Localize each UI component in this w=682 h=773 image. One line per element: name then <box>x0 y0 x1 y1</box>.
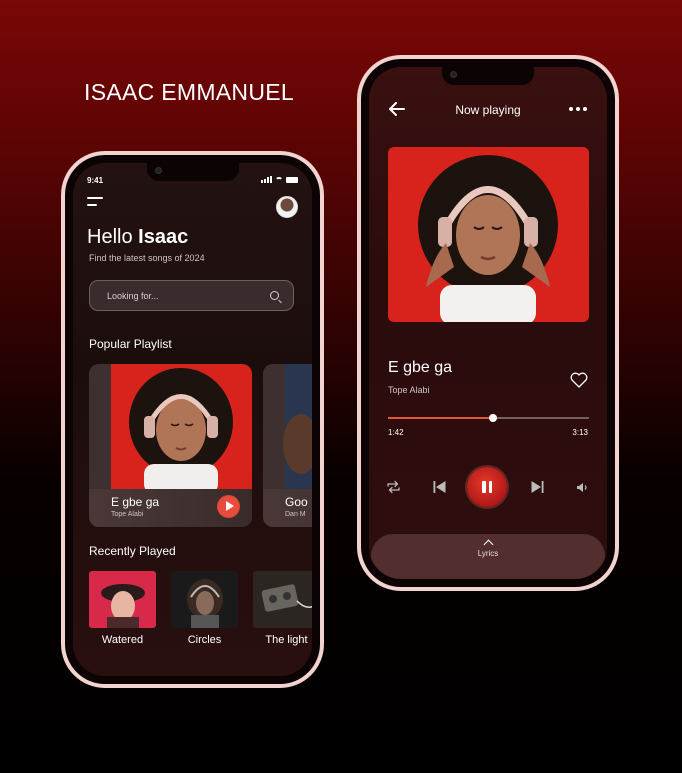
heart-icon[interactable] <box>570 372 588 388</box>
playlist-title: Goo <box>285 495 308 509</box>
repeat-icon[interactable] <box>385 467 401 507</box>
status-time: 9:41 <box>87 176 104 185</box>
recent-title: Circles <box>187 634 222 646</box>
pause-button[interactable] <box>467 467 507 507</box>
recent-item[interactable]: Circles <box>171 571 238 646</box>
volume-icon[interactable] <box>574 467 590 507</box>
greeting-subtitle: Find the latest songs of 2024 <box>89 253 205 263</box>
designer-name: ISAAC EMMANUEL <box>84 79 294 105</box>
recent-thumbnail <box>253 571 312 628</box>
recent-thumbnail <box>171 571 238 628</box>
playlist-card[interactable]: E gbe ga Tope Alabi <box>89 364 252 527</box>
previous-icon[interactable] <box>431 467 447 507</box>
recent-item[interactable]: The light <box>253 571 312 646</box>
playlist-card[interactable]: Goo Dan M <box>263 364 312 527</box>
song-artist: Tope Alabi <box>388 385 430 395</box>
play-icon[interactable] <box>217 495 240 518</box>
home-screen: 9:41 Hello Isaac Find the latest songs o… <box>73 163 312 676</box>
total-time: 3:13 <box>572 428 588 437</box>
greeting: Hello Isaac <box>87 226 188 249</box>
playlist-meta: E gbe ga Tope Alabi <box>89 489 252 527</box>
wifi-icon <box>275 176 283 183</box>
chevron-up-icon <box>483 539 493 550</box>
lyrics-label: Lyrics <box>477 549 499 558</box>
notch <box>442 67 534 85</box>
playlist-meta: Goo Dan M <box>263 489 312 527</box>
avatar[interactable] <box>276 196 298 218</box>
now-playing-album-art <box>388 147 589 322</box>
notch <box>146 163 239 181</box>
popular-playlist-title: Popular Playlist <box>89 337 172 351</box>
search-input[interactable]: Looking for... <box>89 280 294 311</box>
status-icons <box>261 176 298 183</box>
recently-played-title: Recently Played <box>89 544 176 558</box>
signal-icon <box>261 176 272 183</box>
player-screen: Now playing E gbe ga Tope Alabi 1:42 3:1… <box>369 67 607 579</box>
playlist-artist: Dan M <box>285 511 306 518</box>
recent-thumbnail <box>89 571 156 628</box>
song-title: E gbe ga <box>388 359 453 376</box>
playlist-artist: Tope Alabi <box>111 511 144 518</box>
menu-icon[interactable] <box>87 197 103 207</box>
greeting-prefix: Hello <box>87 226 133 248</box>
home-phone: 9:41 Hello Isaac Find the latest songs o… <box>61 151 324 688</box>
album-art <box>89 364 252 494</box>
pause-icon <box>482 481 492 493</box>
battery-icon <box>286 176 298 183</box>
recent-title: Watered <box>101 634 144 646</box>
search-placeholder: Looking for... <box>107 291 159 301</box>
more-options-icon[interactable] <box>569 107 587 111</box>
greeting-name: Isaac <box>138 226 189 248</box>
lyrics-panel[interactable]: Lyrics <box>371 534 605 579</box>
recent-item[interactable]: Watered <box>89 571 156 646</box>
recent-title: The light <box>265 634 308 646</box>
playback-controls <box>369 467 607 507</box>
elapsed-time: 1:42 <box>388 428 404 437</box>
progress-knob[interactable] <box>488 414 497 422</box>
player-phone: Now playing E gbe ga Tope Alabi 1:42 3:1… <box>357 55 619 591</box>
progress-bar[interactable] <box>388 414 589 422</box>
search-icon[interactable] <box>270 291 279 300</box>
progress-fill <box>388 417 493 419</box>
playlist-title: E gbe ga <box>111 495 160 509</box>
album-art <box>263 364 312 489</box>
next-icon[interactable] <box>529 467 545 507</box>
